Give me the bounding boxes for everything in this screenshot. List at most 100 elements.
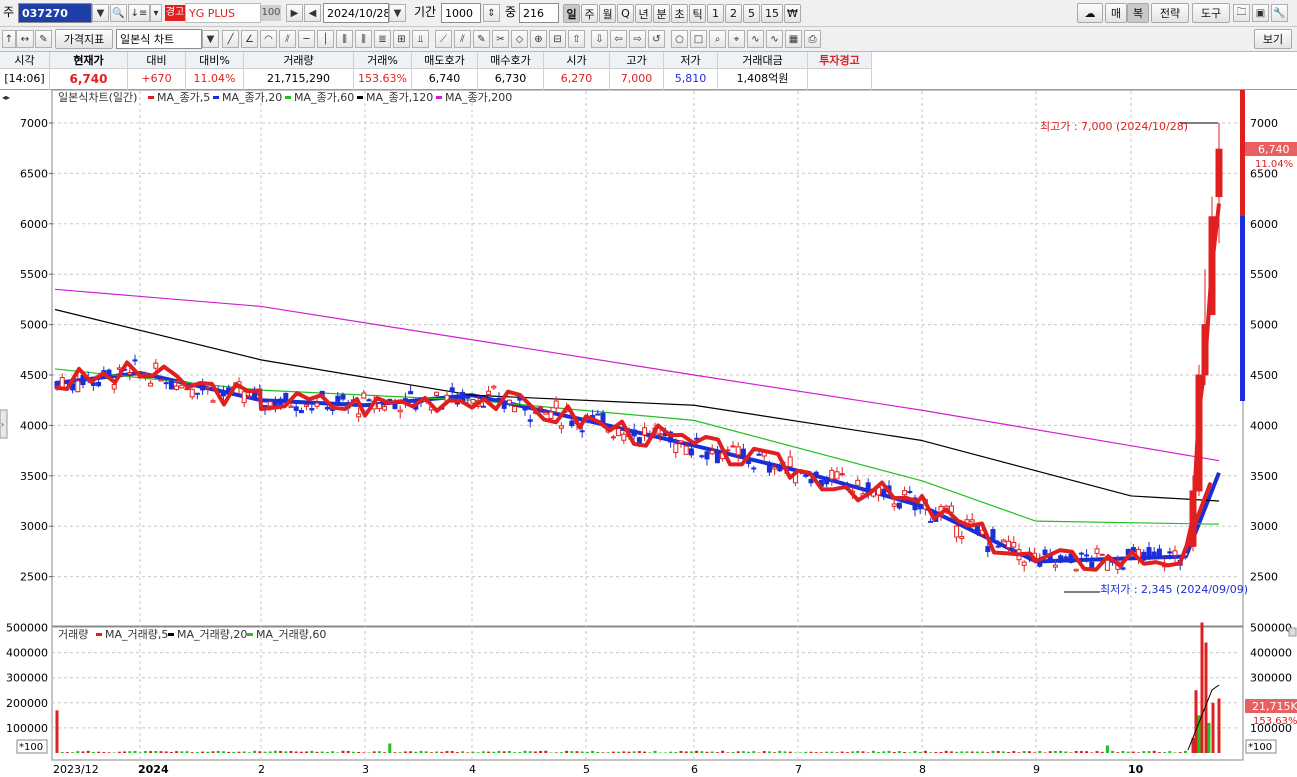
chart-type-select[interactable]: 일본식 차트 — [116, 29, 202, 49]
draw-tool-icon[interactable]: ⫽ — [454, 30, 471, 48]
volume-bar — [476, 752, 480, 753]
draw-tool-icon[interactable]: ⇨ — [629, 30, 646, 48]
draw-tool-icon[interactable]: ⌕ — [709, 30, 726, 48]
collapse-arrows-icon[interactable]: ◂▸ — [2, 93, 10, 102]
period-input[interactable]: 1000 — [441, 3, 481, 23]
sort-icon[interactable]: ↓≡ — [128, 4, 150, 22]
draw-tool-icon[interactable]: ∠ — [241, 30, 258, 48]
volume-bar — [419, 750, 423, 753]
quote-header: 투자경고 — [808, 52, 871, 69]
draw-tool-icon[interactable]: ⇧ — [568, 30, 585, 48]
draw-tool-icon[interactable]: ◠ — [260, 30, 277, 48]
buy-sell-button[interactable]: 매 — [1105, 3, 1127, 23]
draw-tool-icon[interactable]: ⊞ — [393, 30, 410, 48]
draw-tool-icon[interactable]: ⇩ — [591, 30, 608, 48]
period-tab[interactable]: 분 — [653, 4, 670, 23]
draw-tool-icon[interactable]: ⟋ — [435, 30, 452, 48]
period-tab[interactable]: 15 — [761, 4, 783, 23]
draw-tool-icon[interactable]: ✎ — [473, 30, 490, 48]
period-tab[interactable]: 일 — [563, 4, 580, 23]
tools-button[interactable]: 도구 — [1192, 3, 1230, 23]
volume-bar — [981, 751, 985, 753]
prev-arrow-icon[interactable]: ◀ — [304, 4, 321, 22]
draw-tool-icon[interactable]: ∿ — [747, 30, 764, 48]
draw-tool-icon[interactable]: ╱ — [222, 30, 239, 48]
code-dropdown-icon[interactable]: ▼ — [92, 4, 109, 22]
chart-type-dropdown-icon[interactable]: ▼ — [202, 30, 219, 48]
volume-bar — [492, 751, 496, 753]
candle-body — [127, 372, 133, 375]
x-tick-label: 2023/12 — [53, 763, 99, 776]
draw-tool-icon[interactable]: ⫽ — [279, 30, 296, 48]
volume-bar — [1126, 751, 1130, 753]
draw-tool-icon[interactable]: ▦ — [785, 30, 802, 48]
draw-tool-icon[interactable]: ↺ — [648, 30, 665, 48]
volume-bar — [689, 751, 693, 753]
calendar-dropdown-icon[interactable]: ▼ — [389, 4, 406, 22]
x-tick-label: 6 — [691, 763, 698, 776]
draw-tool-icon[interactable]: □ — [690, 30, 707, 48]
volume-bar — [1090, 752, 1094, 753]
draw-tool-icon[interactable]: ⫼ — [336, 30, 353, 48]
draw-tool-icon[interactable]: ∿ — [766, 30, 783, 48]
draw-tool-icon[interactable]: │ — [317, 30, 334, 48]
draw-tool-icon[interactable]: ⫼ — [355, 30, 372, 48]
volume-bar — [1079, 751, 1083, 753]
up-arrow-icon[interactable]: ↑ — [2, 30, 16, 48]
draw-tool-icon[interactable]: ⊕ — [530, 30, 547, 48]
candle-body — [408, 391, 414, 395]
volume-bar — [970, 751, 974, 753]
draw-tool-icon[interactable]: ⫫ — [412, 30, 429, 48]
draw-tool-icon[interactable]: ─ — [298, 30, 315, 48]
period-tab[interactable]: Q — [617, 4, 634, 23]
draw-tool-icon[interactable]: ⎙ — [804, 30, 821, 48]
strategy-button[interactable]: 전략 — [1151, 3, 1189, 23]
period-tab[interactable]: ₩ — [784, 4, 801, 23]
candle-body — [1000, 539, 1006, 543]
candle-body — [829, 469, 835, 480]
indicator-button[interactable]: 가격지표 — [55, 29, 113, 49]
date-input[interactable]: 2024/10/28 — [323, 3, 389, 23]
period-tab[interactable]: 틱 — [689, 4, 706, 23]
search-icon[interactable]: 🔍 — [110, 4, 127, 22]
view-button[interactable]: 보기 — [1254, 29, 1292, 49]
stock-code-input[interactable]: 037270 — [18, 3, 92, 23]
draw-tool-icon[interactable]: ⌖ — [728, 30, 745, 48]
edit-icon[interactable]: ✎ — [35, 30, 52, 48]
period-tab[interactable]: 초 — [671, 4, 688, 23]
period-tab[interactable]: 1 — [707, 4, 724, 23]
volume-bar — [897, 751, 901, 753]
wrench-icon[interactable]: 🔧 — [1271, 4, 1288, 22]
volume-bar — [1001, 751, 1005, 753]
draw-tool-icon[interactable]: ⊟ — [549, 30, 566, 48]
candle-body — [1058, 555, 1064, 563]
period-tab[interactable]: 2 — [725, 4, 742, 23]
period-tab[interactable]: 주 — [581, 4, 598, 23]
draw-tool-icon[interactable]: ✂ — [492, 30, 509, 48]
complex-button[interactable]: 복 — [1127, 3, 1149, 23]
next-arrow-icon[interactable]: ▶ — [286, 4, 303, 22]
spin-icon[interactable]: ⇕ — [483, 4, 500, 22]
horizontal-resize-icon[interactable]: ↔ — [16, 30, 34, 48]
zoom-input[interactable]: 216 — [519, 3, 559, 23]
volume-bar — [1183, 750, 1187, 753]
volume-bar — [133, 751, 137, 753]
draw-tool-icon[interactable]: ◇ — [511, 30, 528, 48]
draw-tool-icon[interactable]: ○ — [671, 30, 688, 48]
quote-header: 현재가 — [50, 52, 127, 69]
volume-bar — [169, 751, 173, 753]
draw-tool-icon[interactable]: ≣ — [374, 30, 391, 48]
folder-icon[interactable]: 🗀 — [1233, 4, 1250, 22]
volume-bar — [1137, 752, 1141, 753]
stock-chart[interactable]: 7000650060005500500045004000350030002500… — [0, 90, 1297, 777]
period-tab[interactable]: 5 — [743, 4, 760, 23]
save-icon[interactable]: ▣ — [1252, 4, 1269, 22]
volume-panel-close-icon[interactable] — [1288, 627, 1297, 637]
period-tab[interactable]: 월 — [599, 4, 616, 23]
candle-body — [298, 409, 304, 414]
period-tab[interactable]: 년 — [635, 4, 652, 23]
cloud-icon[interactable]: ☁ — [1077, 3, 1103, 23]
sort-dropdown-icon[interactable]: ▾ — [150, 4, 162, 22]
volume-bar — [1207, 722, 1211, 753]
draw-tool-icon[interactable]: ⇦ — [610, 30, 627, 48]
